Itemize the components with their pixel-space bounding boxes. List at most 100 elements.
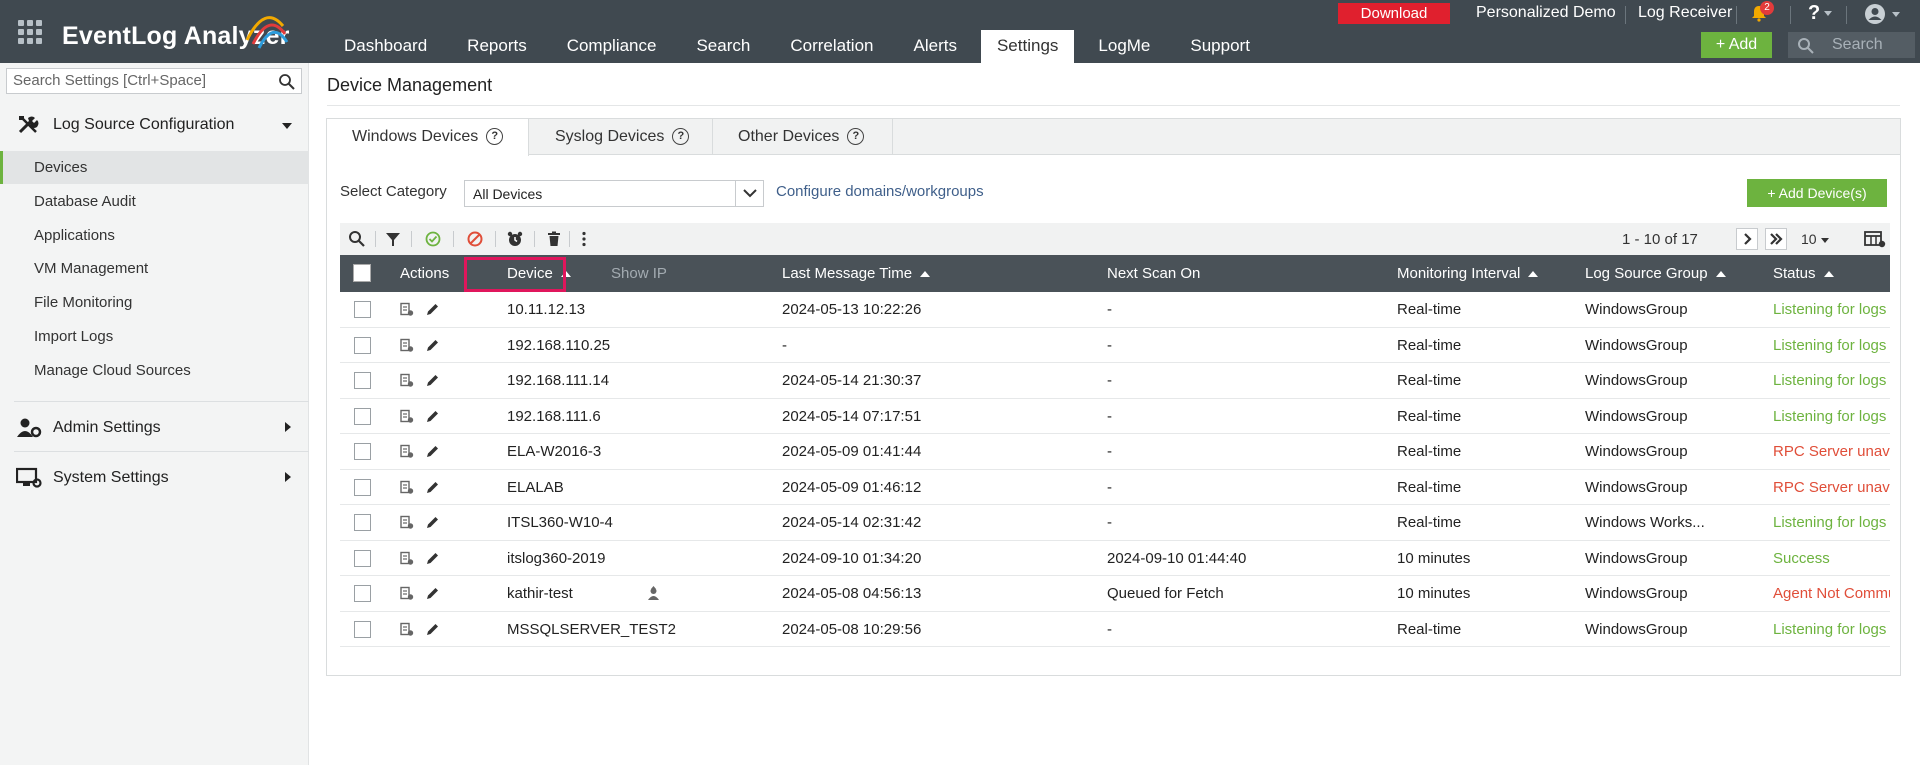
column-header-last-message-time[interactable]: Last Message Time bbox=[782, 265, 931, 282]
column-header-log-source-group[interactable]: Log Source Group bbox=[1585, 265, 1726, 282]
sidebar-item-manage-cloud-sources[interactable]: Manage Cloud Sources bbox=[0, 354, 309, 387]
add-button[interactable]: + Add bbox=[1701, 32, 1772, 58]
nav-tab-reports[interactable]: Reports bbox=[451, 30, 543, 63]
search-icon[interactable] bbox=[278, 73, 295, 90]
status-text[interactable]: Listening for logs bbox=[1773, 372, 1886, 389]
row-checkbox[interactable] bbox=[354, 443, 371, 460]
device-details-icon[interactable] bbox=[399, 551, 414, 566]
help-circle-icon[interactable]: ? bbox=[486, 128, 504, 146]
app-grid-icon[interactable] bbox=[18, 20, 42, 44]
edit-pencil-icon[interactable] bbox=[425, 586, 440, 601]
table-row[interactable]: 192.168.111.6 2024-05-14 07:17:51 - Real-ti… bbox=[340, 398, 1890, 434]
status-text[interactable]: Listening for logs bbox=[1773, 408, 1886, 425]
tab-syslog-devices[interactable]: Syslog Devices? bbox=[529, 119, 713, 155]
device-details-icon[interactable] bbox=[399, 409, 414, 424]
status-text[interactable]: Listening for logs bbox=[1773, 301, 1886, 318]
row-checkbox[interactable] bbox=[354, 549, 371, 567]
device-name-link[interactable]: kathir-test bbox=[507, 585, 573, 602]
table-row[interactable]: ITSL360-W10-4 2024-05-14 02:31:42 - Real-ti… bbox=[340, 505, 1890, 541]
sidebar-item-import-logs[interactable]: Import Logs bbox=[0, 320, 309, 353]
edit-pencil-icon[interactable] bbox=[425, 480, 440, 495]
device-name-link[interactable]: 192.168.111.14 bbox=[507, 372, 609, 389]
help-circle-icon[interactable]: ? bbox=[847, 128, 865, 146]
device-details-icon[interactable] bbox=[399, 515, 414, 530]
status-text[interactable]: Agent Not Communicating bbox=[1773, 585, 1890, 602]
row-checkbox[interactable] bbox=[354, 478, 371, 496]
table-row[interactable]: itslog360-2019 2024-09-10 01:34:20 2024-09… bbox=[340, 540, 1890, 576]
edit-pencil-icon[interactable] bbox=[425, 373, 440, 388]
device-name-link[interactable]: MSSQLSERVER_TEST2 bbox=[507, 621, 676, 638]
nav-tab-support[interactable]: Support bbox=[1174, 30, 1266, 63]
device-name-link[interactable]: itslog360-2019 bbox=[507, 550, 605, 567]
device-details-icon[interactable] bbox=[399, 302, 414, 317]
status-text[interactable]: Listening for logs bbox=[1773, 621, 1886, 638]
sidebar-section-admin-settings[interactable]: Admin Settings bbox=[0, 410, 309, 446]
edit-pencil-icon[interactable] bbox=[425, 515, 440, 530]
dropdown-toggle[interactable] bbox=[735, 181, 763, 206]
more-vertical-icon[interactable] bbox=[575, 230, 593, 248]
edit-pencil-icon[interactable] bbox=[425, 622, 440, 637]
tab-windows-devices[interactable]: Windows Devices? bbox=[327, 119, 529, 156]
nav-tab-compliance[interactable]: Compliance bbox=[551, 30, 673, 63]
device-name-link[interactable]: ITSL360-W10-4 bbox=[507, 514, 613, 531]
nav-tab-logme[interactable]: LogMe bbox=[1082, 30, 1166, 63]
edit-pencil-icon[interactable] bbox=[425, 338, 440, 353]
table-row[interactable]: 192.168.111.14 2024-05-14 21:30:37 - Real-t… bbox=[340, 363, 1890, 399]
device-details-icon[interactable] bbox=[399, 622, 414, 637]
help-circle-icon[interactable]: ? bbox=[672, 128, 690, 146]
download-button[interactable]: Download bbox=[1338, 3, 1450, 24]
filter-icon[interactable] bbox=[384, 230, 402, 248]
status-text[interactable]: RPC Server unavailable bbox=[1773, 479, 1890, 496]
log-receiver-link[interactable]: Log Receiver bbox=[1638, 4, 1732, 22]
nav-tab-dashboard[interactable]: Dashboard bbox=[328, 30, 443, 63]
user-avatar-icon[interactable] bbox=[1864, 3, 1886, 25]
table-row[interactable]: ELA-W2016-3 2024-05-09 01:41:44 - Real-time… bbox=[340, 434, 1890, 470]
device-name-link[interactable]: 192.168.111.6 bbox=[507, 408, 601, 425]
nav-tab-alerts[interactable]: Alerts bbox=[898, 30, 973, 63]
per-page-select[interactable]: 10 bbox=[1801, 231, 1829, 247]
row-checkbox[interactable] bbox=[354, 336, 371, 354]
sidebar-section-system-settings[interactable]: System Settings bbox=[0, 460, 309, 496]
status-text[interactable]: Listening for logs bbox=[1773, 337, 1886, 354]
device-name-link[interactable]: 192.168.110.25 bbox=[507, 337, 610, 354]
tab-other-devices[interactable]: Other Devices? bbox=[713, 119, 893, 155]
table-row[interactable]: MSSQLSERVER_TEST2 2024-05-08 10:29:56 - Rea… bbox=[340, 611, 1890, 647]
agent-icon[interactable] bbox=[646, 586, 661, 601]
disable-icon[interactable] bbox=[466, 230, 484, 248]
status-text[interactable]: Listening for logs bbox=[1773, 514, 1886, 531]
table-row[interactable]: 10.11.12.13 2024-05-13 10:22:26 - Real-time… bbox=[340, 292, 1890, 328]
device-details-icon[interactable] bbox=[399, 480, 414, 495]
sidebar-item-devices[interactable]: Devices bbox=[0, 151, 309, 184]
column-header-show-ip[interactable]: Show IP bbox=[611, 265, 667, 282]
edit-pencil-icon[interactable] bbox=[425, 444, 440, 459]
trash-icon[interactable] bbox=[545, 230, 563, 248]
device-details-icon[interactable] bbox=[399, 444, 414, 459]
add-devices-button[interactable]: + Add Device(s) bbox=[1747, 179, 1887, 207]
chevron-down-icon[interactable] bbox=[1892, 12, 1900, 17]
row-checkbox[interactable] bbox=[354, 407, 371, 425]
device-name-link[interactable]: ELA-W2016-3 bbox=[507, 443, 601, 460]
settings-search-input[interactable]: Search Settings [Ctrl+Space] bbox=[6, 68, 302, 94]
edit-pencil-icon[interactable] bbox=[425, 409, 440, 424]
sidebar-item-file-monitoring[interactable]: File Monitoring bbox=[0, 286, 309, 319]
sidebar-section-log-source-configuration[interactable]: Log Source Configuration bbox=[0, 107, 309, 143]
device-name-link[interactable]: 10.11.12.13 bbox=[507, 301, 585, 318]
select-all-checkbox[interactable] bbox=[353, 264, 371, 282]
row-checkbox[interactable] bbox=[354, 620, 371, 638]
sidebar-item-database-audit[interactable]: Database Audit bbox=[0, 185, 309, 218]
column-chooser-icon[interactable] bbox=[1864, 230, 1886, 248]
last-page-button[interactable] bbox=[1765, 228, 1787, 250]
category-select[interactable]: All Devices bbox=[464, 180, 764, 207]
table-row[interactable]: ELALAB 2024-05-09 01:46:12 - Real-time Windo… bbox=[340, 469, 1890, 505]
configure-domains-link[interactable]: Configure domains/workgroups bbox=[776, 183, 984, 200]
edit-pencil-icon[interactable] bbox=[425, 551, 440, 566]
table-row[interactable]: kathir-test 2024-05-08 04:56:13 Queued for… bbox=[340, 576, 1890, 612]
nav-tab-settings[interactable]: Settings bbox=[980, 30, 1075, 63]
device-name-link[interactable]: ELALAB bbox=[507, 479, 564, 496]
column-header-next-scan-on[interactable]: Next Scan On bbox=[1107, 265, 1200, 282]
row-checkbox[interactable] bbox=[354, 372, 371, 389]
row-checkbox[interactable] bbox=[354, 514, 371, 531]
column-header-status[interactable]: Status bbox=[1773, 265, 1834, 282]
personalized-demo-link[interactable]: Personalized Demo bbox=[1476, 4, 1616, 22]
nav-tab-search[interactable]: Search bbox=[680, 30, 766, 63]
